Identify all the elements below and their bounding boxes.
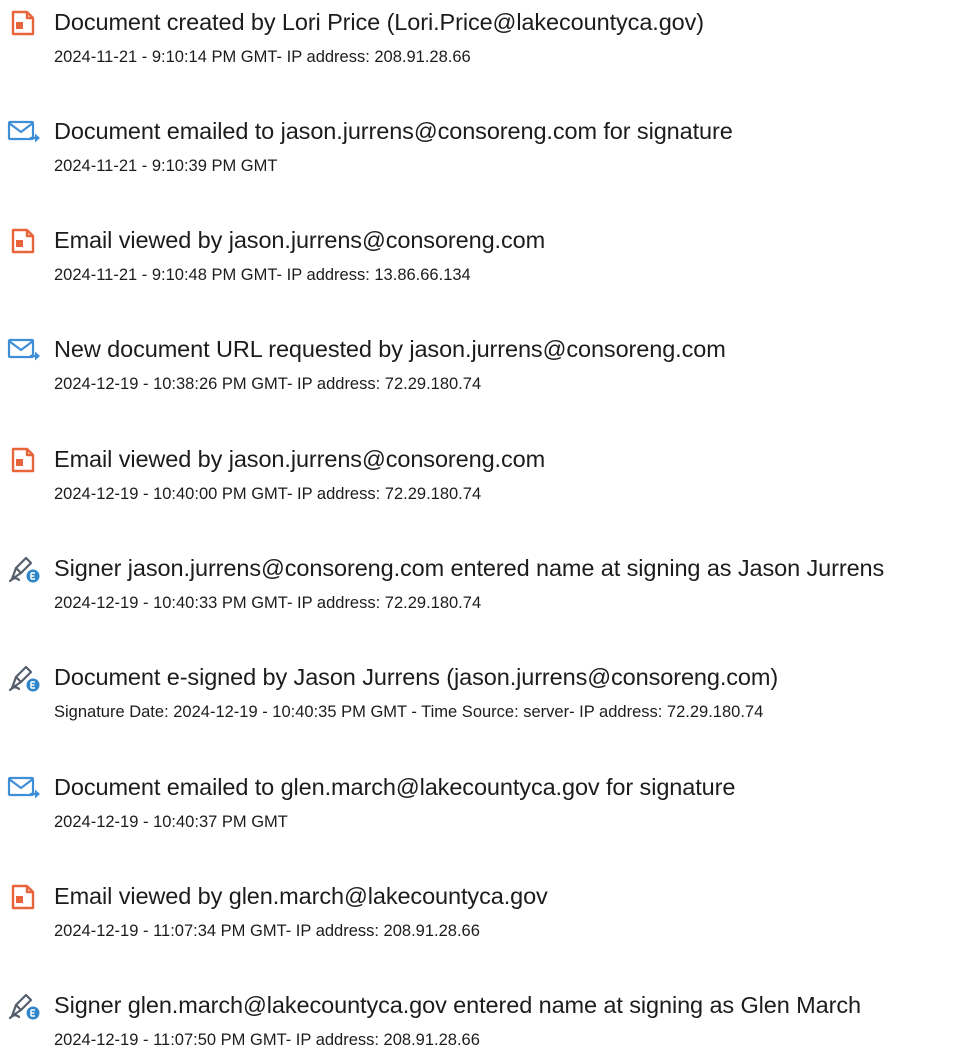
entry-timestamp: 2024-12-19 - 10:40:37 PM GMT: [54, 813, 288, 831]
log-entry: Signer jason.jurrens@consoreng.com enter…: [0, 546, 962, 626]
log-entry: Document emailed to jason.jurrens@consor…: [0, 109, 962, 189]
log-entry: Email viewed by glen.march@lakecountyca.…: [0, 874, 962, 954]
entry-title: Signer glen.march@lakecountyca.gov enter…: [54, 992, 861, 1018]
entry-timestamp: 2024-12-19 - 10:38:26 PM GMT- IP address…: [54, 375, 482, 393]
pen-sign-icon: [6, 554, 44, 584]
email-sent-icon: [6, 117, 44, 147]
entry-timestamp: 2024-11-21 - 9:10:39 PM GMT: [54, 157, 278, 175]
log-entry: Document created by Lori Price (Lori.Pri…: [0, 0, 962, 80]
entry-timestamp: 2024-11-21 - 9:10:14 PM GMT- IP address:…: [54, 48, 471, 66]
entry-title: Document emailed to jason.jurrens@consor…: [54, 118, 733, 144]
entry-timestamp: 2024-12-19 - 10:40:33 PM GMT- IP address…: [54, 594, 482, 612]
document-icon: [6, 882, 44, 912]
entry-timestamp: Signature Date: 2024-12-19 - 10:40:35 PM…: [54, 703, 764, 721]
entry-title: Document emailed to glen.march@lakecount…: [54, 774, 736, 800]
entry-timestamp: 2024-12-19 - 11:07:50 PM GMT- IP address…: [54, 1031, 480, 1049]
document-icon: [6, 226, 44, 256]
log-entry: Signer glen.march@lakecountyca.gov enter…: [0, 983, 962, 1063]
log-entry: Document e-signed by Jason Jurrens (jaso…: [0, 655, 962, 735]
log-entry: New document URL requested by jason.jurr…: [0, 327, 962, 407]
entry-timestamp: 2024-12-19 - 10:40:00 PM GMT- IP address…: [54, 485, 482, 503]
entry-title: Signer jason.jurrens@consoreng.com enter…: [54, 555, 885, 581]
document-icon: [6, 445, 44, 475]
entry-title: Email viewed by glen.march@lakecountyca.…: [54, 883, 548, 909]
entry-title: Email viewed by jason.jurrens@consoreng.…: [54, 227, 546, 253]
audit-log: Document created by Lori Price (Lori.Pri…: [0, 0, 962, 1058]
entry-timestamp: 2024-12-19 - 11:07:34 PM GMT- IP address…: [54, 922, 480, 940]
entry-title: Email viewed by jason.jurrens@consoreng.…: [54, 446, 546, 472]
entry-title: Document e-signed by Jason Jurrens (jaso…: [54, 664, 779, 690]
pen-sign-icon: [6, 663, 44, 693]
email-sent-icon: [6, 773, 44, 803]
log-entry: Document emailed to glen.march@lakecount…: [0, 765, 962, 845]
entry-title: New document URL requested by jason.jurr…: [54, 336, 726, 362]
pen-sign-icon: [6, 991, 44, 1021]
log-entry: Email viewed by jason.jurrens@consoreng.…: [0, 218, 962, 298]
entry-title: Document created by Lori Price (Lori.Pri…: [54, 9, 705, 35]
entry-timestamp: 2024-11-21 - 9:10:48 PM GMT- IP address:…: [54, 266, 471, 284]
document-icon: [6, 8, 44, 38]
log-entry: Email viewed by jason.jurrens@consoreng.…: [0, 437, 962, 517]
email-sent-icon: [6, 335, 44, 365]
